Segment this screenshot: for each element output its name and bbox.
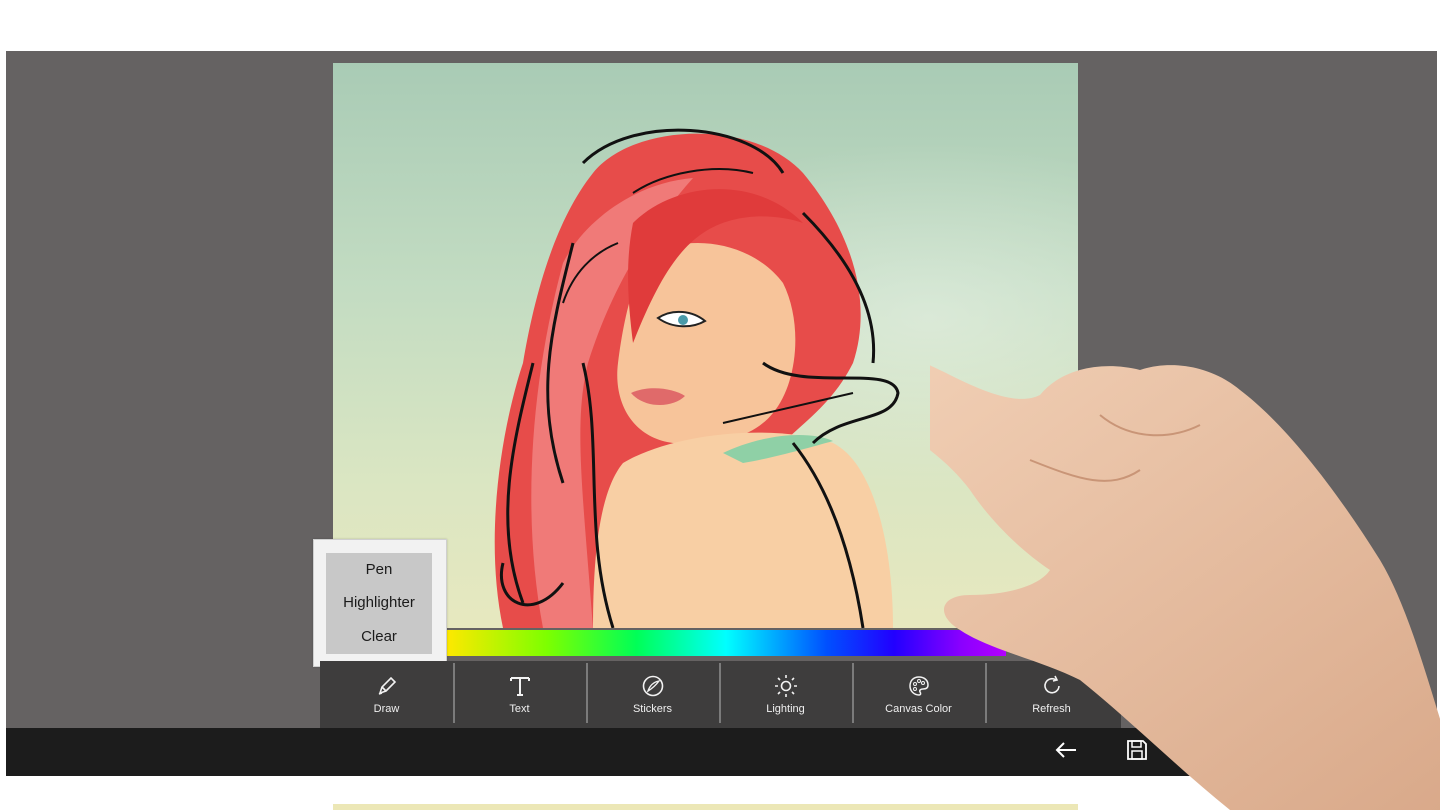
next-page-preview bbox=[333, 804, 1078, 810]
color-picker-slider[interactable] bbox=[446, 630, 1006, 656]
lighting-label: Lighting bbox=[766, 703, 805, 715]
draw-options-popup: Pen Highlighter Clear bbox=[313, 539, 447, 667]
stickers-label: Stickers bbox=[632, 703, 673, 715]
draw-button[interactable]: Draw bbox=[320, 661, 453, 729]
palette-icon bbox=[906, 673, 932, 699]
lighting-button[interactable]: Lighting bbox=[719, 661, 852, 729]
sticker-icon bbox=[640, 673, 666, 699]
pencil-icon bbox=[374, 673, 400, 699]
highlighter-option[interactable]: Highlighter bbox=[343, 593, 415, 613]
stickers-button[interactable]: Stickers bbox=[586, 661, 719, 729]
clear-option[interactable]: Clear bbox=[361, 627, 397, 647]
sun-icon bbox=[773, 673, 799, 699]
text-icon bbox=[507, 673, 533, 699]
draw-label: Draw bbox=[373, 703, 400, 715]
text-button[interactable]: Text bbox=[453, 661, 586, 729]
pen-option[interactable]: Pen bbox=[366, 560, 393, 580]
hand-illustration bbox=[930, 365, 1440, 810]
text-label: Text bbox=[509, 703, 530, 715]
draw-options-list: Pen Highlighter Clear bbox=[326, 553, 432, 654]
